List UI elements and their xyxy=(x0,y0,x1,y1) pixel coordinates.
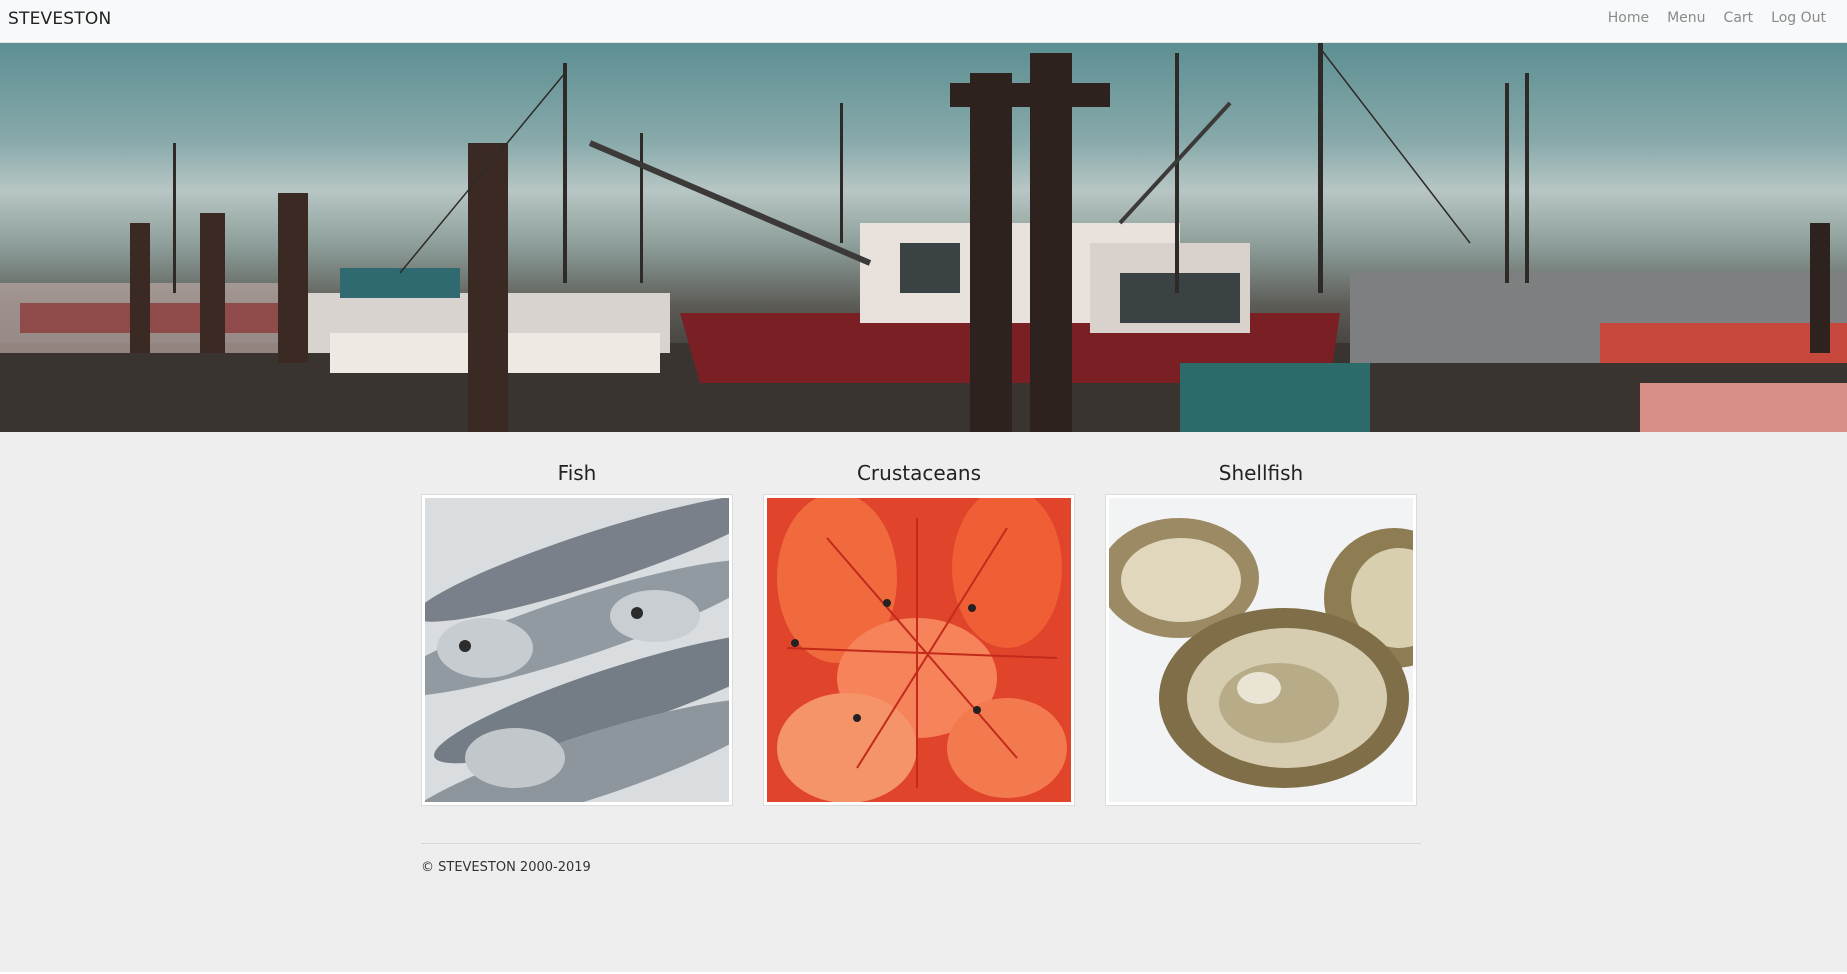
category-title: Shellfish xyxy=(1218,461,1304,485)
category-crustaceans: Crustaceans xyxy=(763,458,1075,806)
hero-banner-image xyxy=(0,43,1847,432)
category-shellfish: Shellfish xyxy=(1105,458,1417,806)
footer-copyright: © STEVESTON 2000-2019 xyxy=(421,860,591,875)
nav-logout-link[interactable]: Log Out xyxy=(1771,10,1826,26)
footer-divider xyxy=(421,843,1421,844)
brand-logo[interactable]: STEVESTON xyxy=(8,9,111,29)
category-title: Fish xyxy=(557,461,597,485)
nav-home-link[interactable]: Home xyxy=(1608,10,1649,26)
category-fish: Fish xyxy=(421,458,733,806)
nav-cart-link[interactable]: Cart xyxy=(1724,10,1754,26)
navbar: STEVESTON Home Menu Cart Log Out xyxy=(0,0,1847,43)
category-title: Crustaceans xyxy=(856,461,982,485)
crustaceans-image[interactable] xyxy=(763,494,1075,806)
shellfish-image[interactable] xyxy=(1105,494,1417,806)
fish-image[interactable] xyxy=(421,494,733,806)
nav-links: Home Menu Cart Log Out xyxy=(1608,10,1826,26)
nav-menu-link[interactable]: Menu xyxy=(1667,10,1705,26)
